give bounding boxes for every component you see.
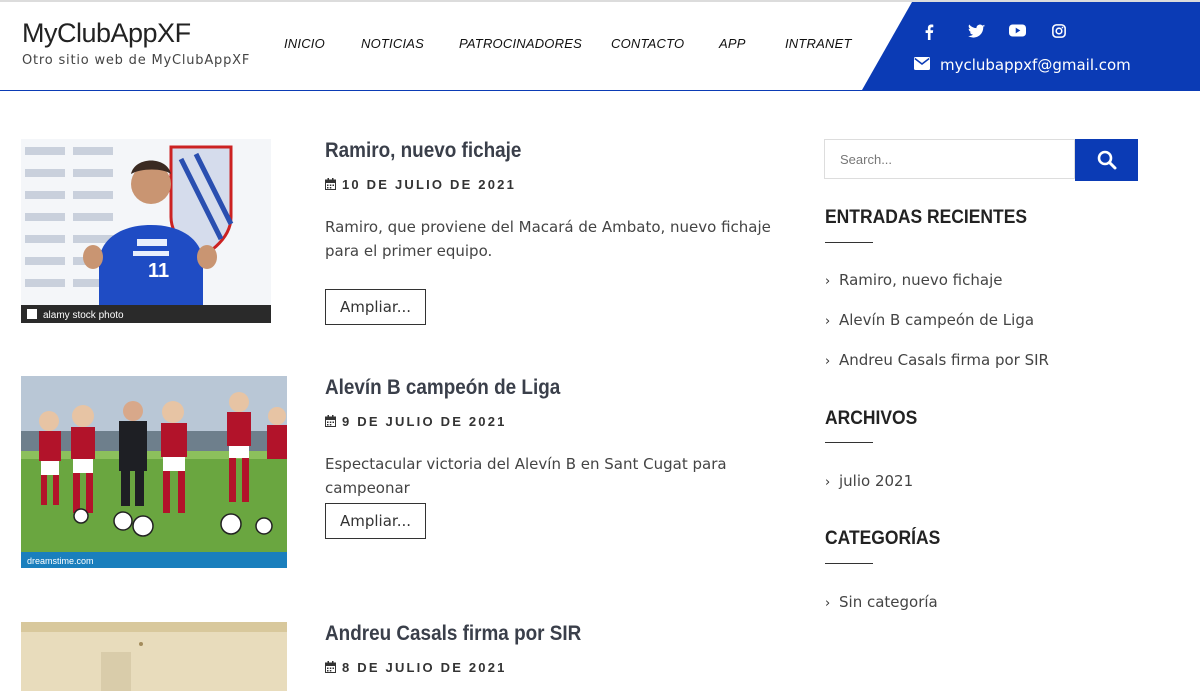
search-button[interactable]	[1075, 139, 1138, 181]
recent-post-link[interactable]: › Alevín B campeón de Liga	[825, 311, 1034, 329]
nav-inicio[interactable]: INICIO	[284, 36, 325, 51]
widget-underline	[825, 442, 873, 443]
post-date-text: 8 DE JULIO DE 2021	[342, 660, 507, 675]
svg-text:11: 11	[148, 260, 169, 282]
search-box	[824, 139, 1075, 179]
image-watermark: dreamstime.com	[27, 556, 94, 566]
site-tagline: Otro sitio web de MyClubAppXF	[22, 53, 251, 68]
site-title[interactable]: MyClubAppXF	[22, 18, 191, 49]
recent-post-label: Alevín B campeón de Liga	[839, 311, 1035, 329]
widget-underline	[825, 563, 873, 564]
post-item: 11 alamy stock photo Ramiro, nuevo ficha…	[21, 139, 781, 339]
facebook-icon[interactable]	[924, 24, 934, 45]
recent-post-label: Andreu Casals firma por SIR	[839, 351, 1049, 369]
post-excerpt: Ramiro, que proviene del Macará de Ambat…	[325, 218, 771, 260]
twitter-icon[interactable]	[968, 24, 985, 44]
post-thumbnail[interactable]: 11 alamy stock photo	[21, 139, 271, 323]
recent-posts-title: ENTRADAS RECIENTES	[825, 207, 1028, 228]
nav-contacto[interactable]: CONTACTO	[611, 36, 684, 51]
widget-underline	[825, 242, 873, 243]
nav-patrocinadores[interactable]: PATROCINADORES	[459, 36, 582, 51]
youtube-icon[interactable]	[1009, 24, 1026, 42]
recent-post-link[interactable]: › Andreu Casals firma por SIR	[825, 351, 1049, 369]
post-thumbnail[interactable]	[21, 622, 287, 691]
post-date-text: 9 DE JULIO DE 2021	[342, 414, 507, 429]
post-date-text: 10 DE JULIO DE 2021	[342, 177, 517, 192]
post-item: Andreu Casals firma por SIR 8 DE JULIO D…	[21, 622, 781, 691]
search-input[interactable]	[825, 140, 1070, 178]
post-item: dreamstime.com Alevín B campeón de Liga …	[21, 376, 781, 576]
image-watermark: alamy stock photo	[43, 310, 124, 321]
category-link[interactable]: › Sin categoría	[825, 593, 938, 611]
recent-post-label: Ramiro, nuevo fichaje	[839, 271, 1003, 289]
archive-link[interactable]: › julio 2021	[825, 472, 913, 490]
nav-app[interactable]: APP	[719, 36, 746, 51]
archive-label: julio 2021	[839, 472, 914, 490]
chevron-right-icon: ›	[825, 475, 831, 490]
read-more-button[interactable]: Ampliar...	[325, 289, 426, 325]
contact-email-text: myclubappxf@gmail.com	[940, 56, 1131, 74]
post-title[interactable]: Ramiro, nuevo fichaje	[325, 139, 521, 163]
read-more-button[interactable]: Ampliar...	[325, 503, 426, 539]
post-thumbnail[interactable]: dreamstime.com	[21, 376, 287, 568]
search-icon	[1097, 150, 1116, 170]
category-label: Sin categoría	[839, 593, 938, 611]
post-date: 8 DE JULIO DE 2021	[325, 660, 507, 675]
chevron-right-icon: ›	[825, 354, 831, 369]
instagram-icon[interactable]	[1052, 24, 1066, 43]
post-date: 10 DE JULIO DE 2021	[325, 177, 516, 192]
nav-intranet[interactable]: INTRANET	[785, 36, 852, 51]
nav-noticias[interactable]: NOTICIAS	[361, 36, 424, 51]
post-excerpt: Espectacular victoria del Alevín B en Sa…	[325, 455, 727, 497]
recent-post-link[interactable]: › Ramiro, nuevo fichaje	[825, 271, 1002, 289]
chevron-right-icon: ›	[825, 274, 831, 289]
chevron-right-icon: ›	[825, 314, 831, 329]
post-title[interactable]: Andreu Casals firma por SIR	[325, 622, 581, 646]
categories-title: CATEGORÍAS	[825, 528, 941, 549]
contact-panel	[862, 2, 1200, 90]
post-title[interactable]: Alevín B campeón de Liga	[325, 376, 560, 400]
archives-title: ARCHIVOS	[825, 408, 918, 429]
post-date: 9 DE JULIO DE 2021	[325, 414, 507, 429]
calendar-icon	[325, 661, 336, 673]
chevron-right-icon: ›	[825, 596, 831, 611]
calendar-icon	[325, 178, 336, 190]
envelope-icon	[914, 57, 930, 70]
calendar-icon	[325, 415, 336, 427]
